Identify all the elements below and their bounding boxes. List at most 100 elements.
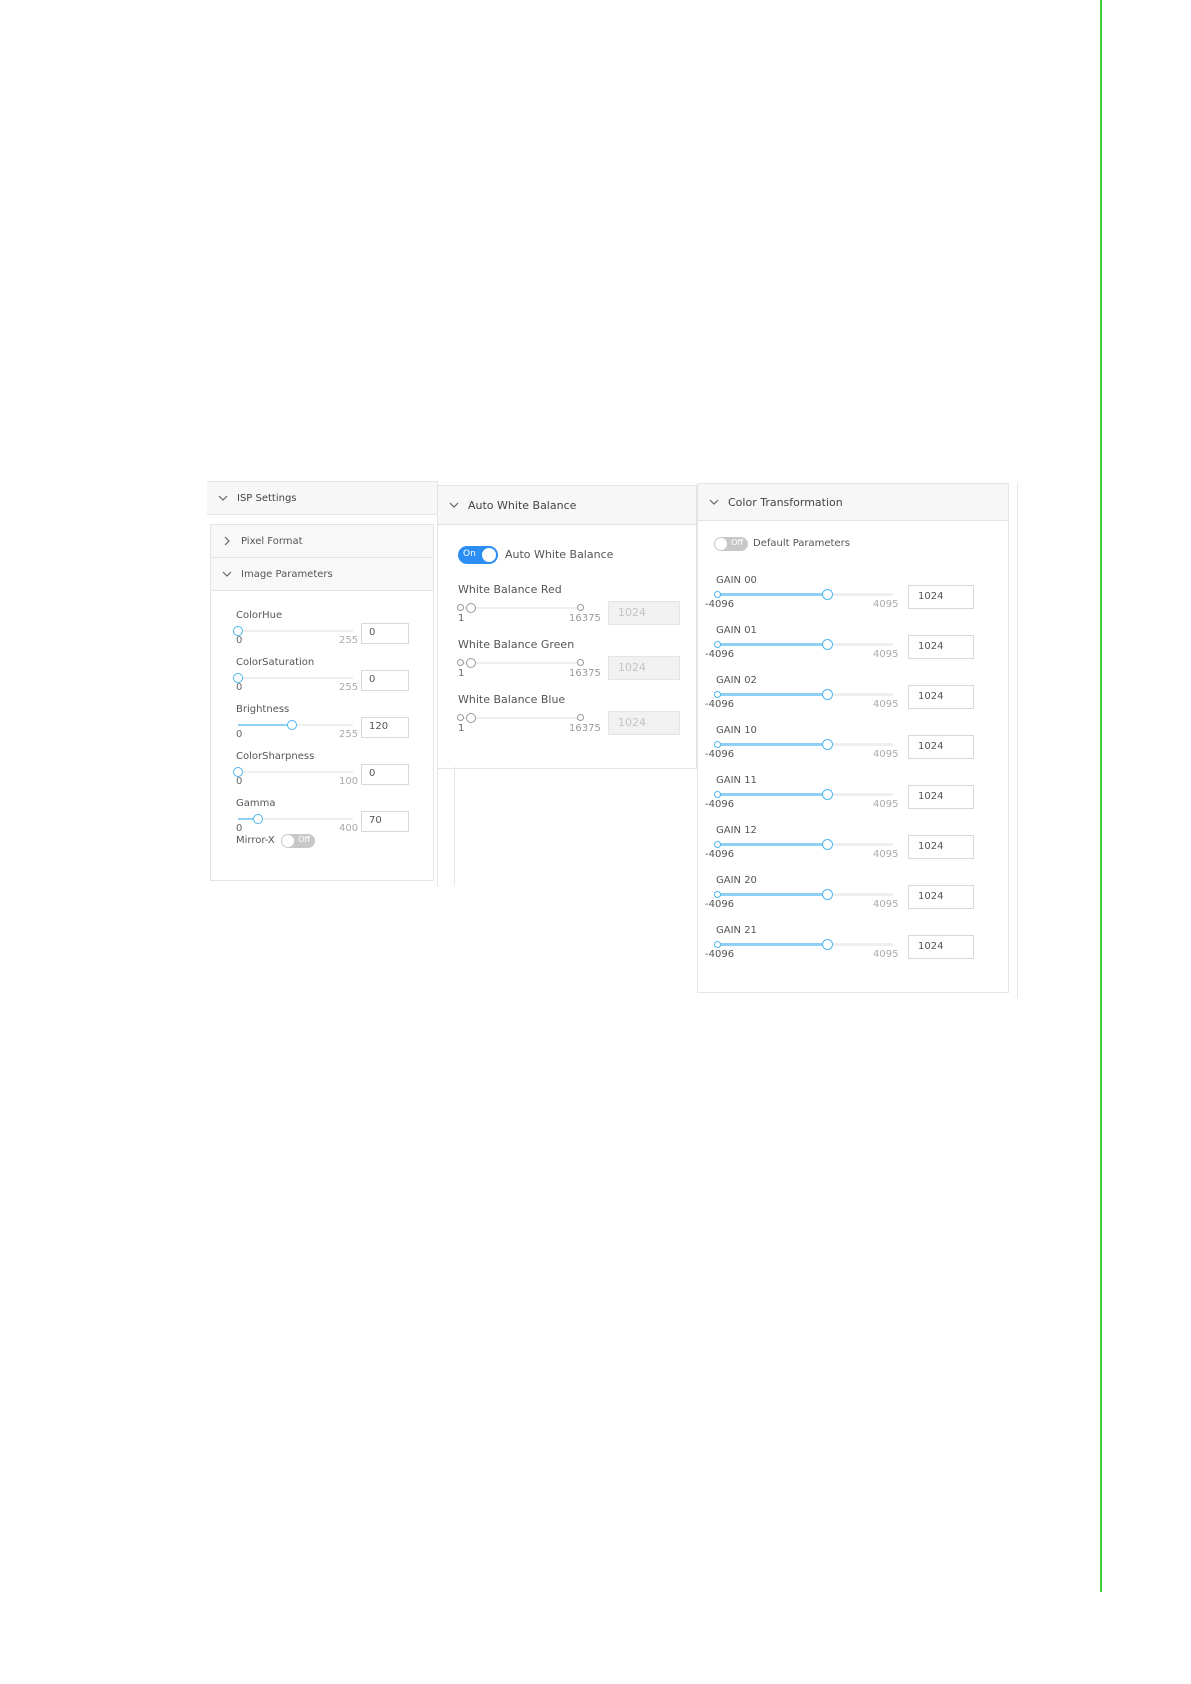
white-balance-value-input[interactable]: 1024 [608,601,680,625]
white-balance-row: White Balance Green 1 16375 1024 [457,638,688,688]
slider-end-marker [577,659,584,666]
gain-value-input[interactable]: 1024 [908,835,974,859]
mirror-x-label: Mirror-X [236,835,275,846]
divider [454,767,455,885]
parameter-slider-track[interactable] [238,814,353,824]
chevron-down-icon [706,494,722,510]
gain-slider-fill [717,693,827,696]
mirror-x-toggle[interactable]: Off [281,834,315,848]
toggle-knob [715,538,727,550]
gain-slider-handle[interactable] [822,839,833,850]
gain-label: GAIN 12 [716,825,757,836]
gain-slider-track[interactable] [714,739,893,750]
white-balance-slider-handle[interactable] [465,658,476,668]
gain-min-label: -4096 [705,699,735,710]
white-balance-row: White Balance Red 1 16375 1024 [457,583,688,633]
parameter-label: ColorHue [236,610,283,621]
awb-toggle[interactable]: On [458,546,498,564]
white-balance-slider-handle[interactable] [465,713,476,723]
awb-toggle-label: Auto White Balance [505,548,614,561]
slider-start-marker [457,714,464,721]
gain-slider-track[interactable] [714,939,893,950]
slider-start-marker [714,591,721,598]
parameter-slider-track[interactable] [233,673,353,683]
white-balance-slider-track[interactable] [457,603,584,613]
gain-slider-handle[interactable] [822,639,833,650]
gain-slider-track[interactable] [714,689,893,700]
parameter-slider-track[interactable] [233,626,353,636]
gain-slider-handle[interactable] [822,689,833,700]
parameter-slider-handle[interactable] [287,720,298,730]
gain-label: GAIN 21 [716,925,757,936]
isp-settings-header[interactable]: ISP Settings [207,482,437,515]
parameter-value-input[interactable]: 120 [361,717,409,738]
white-balance-slider-handle[interactable] [465,603,476,613]
gain-min-label: -4096 [705,599,735,610]
gain-slider-track[interactable] [714,789,893,800]
white-balance-min-label: 1 [458,723,465,734]
gain-slider-track[interactable] [714,839,893,850]
isp-settings-panel: ISP Settings Pixel Format Image Paramete… [207,481,438,887]
parameter-value-input[interactable]: 0 [361,764,409,785]
chevron-down-icon [215,490,231,506]
gain-value-input[interactable]: 1024 [908,735,974,759]
white-balance-value-input[interactable]: 1024 [608,711,680,735]
ct-header[interactable]: Color Transformation [698,484,1008,521]
gain-slider-track[interactable] [714,589,893,600]
slider-start-marker [714,941,721,948]
auto-white-balance-panel: Auto White Balance On Auto White Balance… [437,485,697,769]
white-balance-slider-track[interactable] [457,658,584,668]
gain-slider-handle[interactable] [822,589,833,600]
white-balance-row: White Balance Blue 1 16375 1024 [457,693,688,743]
gain-slider-handle[interactable] [822,789,833,800]
parameter-label: ColorSharpness [236,751,315,762]
gain-row: GAIN 11 -4096 4095 1024 [705,775,995,825]
gain-value-input[interactable]: 1024 [908,585,974,609]
default-parameters-toggle[interactable]: Off [714,537,748,551]
gain-slider-track[interactable] [714,639,893,650]
parameter-max-label: 400 [339,823,359,834]
white-balance-max-label: 16375 [569,668,601,679]
gain-slider-handle[interactable] [822,889,833,900]
parameter-value-input[interactable]: 0 [361,670,409,691]
awb-header[interactable]: Auto White Balance [438,486,696,525]
gain-value-input[interactable]: 1024 [908,635,974,659]
gain-value-input[interactable]: 1024 [908,685,974,709]
slider-start-marker [714,791,721,798]
image-parameters-section[interactable]: Image Parameters [210,557,434,591]
parameter-slider-track[interactable] [233,767,353,777]
gain-value-input[interactable]: 1024 [908,935,974,959]
gain-value-input[interactable]: 1024 [908,785,974,809]
gain-value-input[interactable]: 1024 [908,885,974,909]
parameter-value-input[interactable]: 0 [361,623,409,644]
gain-slider-handle[interactable] [822,739,833,750]
parameter-min-label: 0 [236,823,243,834]
isp-settings-title: ISP Settings [237,492,297,504]
slider-start-marker [457,604,464,611]
gain-max-label: 4095 [873,749,899,760]
gain-row: GAIN 02 -4096 4095 1024 [705,675,995,725]
awb-toggle-state: On [463,549,476,559]
parameter-slider-track[interactable] [238,720,353,730]
white-balance-slider-track[interactable] [457,713,584,723]
parameter-slider-handle[interactable] [253,814,264,824]
gain-label: GAIN 11 [716,775,757,786]
divider [1017,483,1018,998]
parameter-slider-fill [238,724,293,726]
gain-slider-handle[interactable] [822,939,833,950]
parameter-value-input[interactable]: 70 [361,811,409,832]
image-parameter-row: ColorSaturation 0 255 0 [233,657,416,703]
gain-slider-track[interactable] [714,889,893,900]
gain-slider-fill [717,643,827,646]
image-parameter-row: Brightness 0 255 120 [236,704,416,750]
parameter-label: Brightness [236,704,290,715]
slider-start-marker [714,841,721,848]
gain-row: GAIN 20 -4096 4095 1024 [705,875,995,925]
white-balance-value-input[interactable]: 1024 [608,656,680,680]
gain-min-label: -4096 [705,649,735,660]
awb-title: Auto White Balance [468,498,577,512]
gain-slider-fill [717,793,827,796]
chevron-right-icon [219,533,235,549]
pixel-format-section[interactable]: Pixel Format [210,524,434,558]
gain-min-label: -4096 [705,749,735,760]
